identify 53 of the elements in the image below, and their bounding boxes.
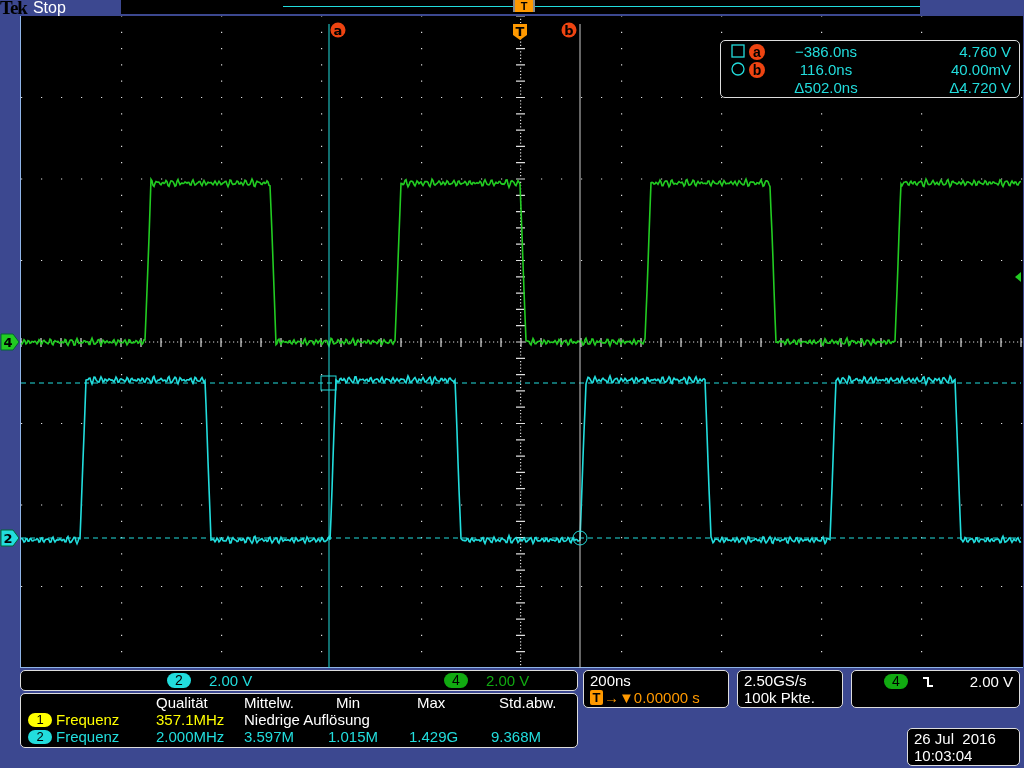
cursor-badge: b	[749, 61, 765, 78]
run-status: Stop	[32, 0, 66, 16]
table-cell-text: 9.368M	[491, 728, 543, 745]
channel-marker[interactable]: 4	[0, 333, 20, 351]
column-header: Std.abw.	[498, 694, 558, 711]
channel-badge: 2	[28, 729, 52, 744]
cursor-circle-marker	[572, 530, 588, 546]
table-cell-text: 1.429G	[409, 728, 460, 745]
square-icon	[731, 44, 745, 58]
channel-badge[interactable]: 2	[167, 673, 191, 688]
channel-badge[interactable]: 4	[444, 673, 468, 688]
measurement-name: Frequenz	[56, 711, 120, 728]
brand-logo: Tek	[0, 0, 27, 16]
cursor-time: −386.0ns	[793, 42, 859, 60]
trigger-level: 2.00 V	[969, 673, 1013, 690]
cursor-badge: a	[749, 43, 765, 60]
trigger-marker[interactable]: T	[513, 24, 527, 40]
measurement-name: Frequenz	[56, 728, 120, 745]
column-header: Min	[335, 694, 362, 711]
sample-rate: 2.50GS/s	[744, 672, 808, 689]
cursor-time: Δ502.0ns	[793, 78, 859, 96]
column-header: Mittelw.	[244, 694, 295, 711]
record-length: 100k Pkte.	[744, 689, 816, 706]
channel-badge[interactable]: 4	[884, 674, 908, 689]
channel-marker[interactable]: 2	[0, 529, 20, 547]
circle-icon	[731, 62, 745, 76]
trigger-icon: T	[590, 690, 603, 705]
cursor-square-marker	[320, 375, 337, 391]
trigger-position-marker: T	[513, 0, 535, 12]
cursor-line[interactable]	[328, 23, 330, 668]
measurement-note: Niedrige Auflösung	[244, 711, 371, 728]
table-cell-text: 1.015M	[328, 728, 380, 745]
cursor-label[interactable]: b	[561, 22, 577, 38]
column-header: Qualität	[156, 694, 209, 711]
table-cell-text: 2.000MHz	[156, 728, 226, 745]
table-cell-text: 357.1MHz	[156, 711, 226, 728]
cursor-value: 4.760 V	[958, 42, 1011, 60]
table-cell-text: 3.597M	[244, 728, 296, 745]
cursor-time: 116.0ns	[798, 60, 854, 78]
trigger-slope-icon	[922, 676, 934, 688]
channel-badge: 1	[28, 712, 52, 727]
cursor-line[interactable]	[579, 23, 581, 668]
trigger-level-marker	[1015, 272, 1021, 282]
timebase: 200ns	[590, 672, 632, 689]
trigger-delay: →▼0.00000 s	[604, 689, 700, 706]
time: 10:03:04	[914, 747, 974, 764]
volts-per-division: 2.00 V	[209, 672, 253, 689]
cursor-value: Δ4.720 V	[948, 78, 1011, 96]
volts-per-division: 2.00 V	[486, 672, 530, 689]
cursor-value: 40.00mV	[949, 60, 1011, 78]
cursor-label[interactable]: a	[330, 22, 346, 38]
date: 26 Jul 2016	[914, 730, 997, 747]
column-header: Max	[416, 694, 447, 711]
